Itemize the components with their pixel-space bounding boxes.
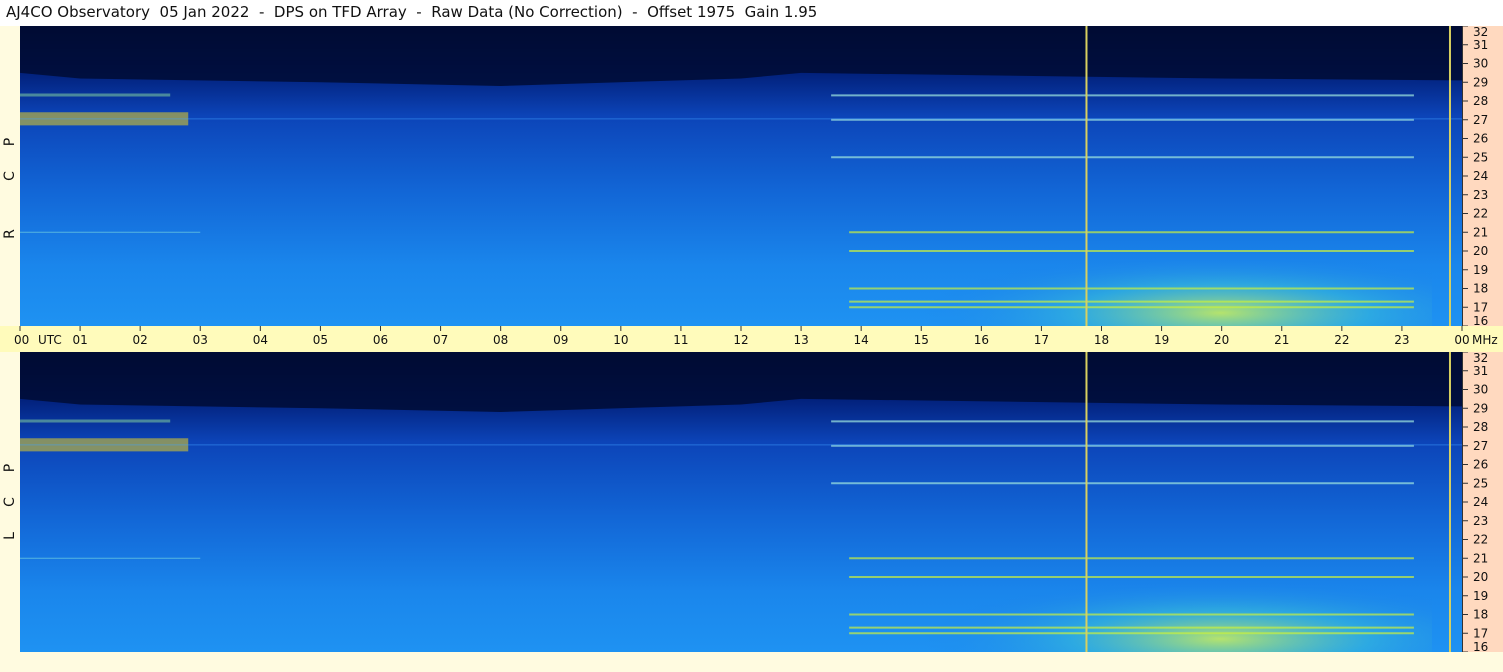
- time-tick-label-23: 23: [1394, 333, 1409, 347]
- rcp-frequency-axis: 16 17 18 19 20 21 22 23 24 25 26 27 28 29 30 31 32: [1462, 26, 1503, 326]
- freq-tick-label-28: 28: [1473, 94, 1488, 108]
- rcp-spectrogram: [20, 26, 1462, 326]
- time-tick-label-15: 15: [914, 333, 929, 347]
- freq-tick-label-23: 23: [1473, 188, 1488, 202]
- rcp-label-p: P: [2, 137, 18, 147]
- time-tick-label-24: 00: [1454, 333, 1469, 347]
- time-tick-label-6: 06: [373, 333, 388, 347]
- time-tick-label-13: 13: [793, 333, 808, 347]
- freq-tick-label-16: 16: [1473, 314, 1488, 326]
- time-tick-label-16: 16: [974, 333, 989, 347]
- time-tick-label-14: 14: [854, 333, 869, 347]
- freq-tick-label-26: 26: [1473, 132, 1488, 146]
- rcp-label-c: C: [2, 171, 18, 181]
- freq-tick-label-19: 19: [1473, 589, 1488, 603]
- freq-tick-label-18: 18: [1473, 282, 1488, 296]
- freq-unit-label: MHz: [1472, 333, 1498, 347]
- lcp-frequency-axis-svg: 1617 18 19 20 21 22 23 24 25 26 27 28 29 30 3132: [1462, 352, 1488, 652]
- freq-tick-label-23: 23: [1473, 514, 1488, 528]
- time-tick-label-21: 21: [1274, 333, 1289, 347]
- time-tick-label-11: 11: [673, 333, 688, 347]
- title-bar: AJ4CO Observatory 05 Jan 2022 - DPS on T…: [0, 0, 1503, 26]
- freq-tick-label-31: 31: [1473, 364, 1488, 378]
- lcp-label-p: P: [2, 463, 18, 473]
- time-tick-label-1: 01: [72, 333, 87, 347]
- freq-tick-label-18: 18: [1473, 608, 1488, 622]
- freq-tick-label-21: 21: [1473, 225, 1488, 239]
- spectrogram-dark-upper: [20, 26, 1462, 86]
- utc-time-axis-svg: 00 01 02 03 04 05 06 07 08 09 10 11 12 13 14 15 16 17 18 19…: [14, 326, 1498, 347]
- spectrogram-dark-upper: [20, 352, 1462, 412]
- lcp-spectrogram: [20, 352, 1462, 652]
- rcp-frequency-axis-svg: 1617 18 19 20 21 22 23 24 25 26 27 28 29 30 3132: [1462, 26, 1488, 326]
- time-unit-label: UTC: [38, 333, 62, 347]
- freq-tick-label-32: 32: [1473, 352, 1488, 365]
- time-tick-label-0: 00: [14, 333, 29, 347]
- freq-tick-label-19: 19: [1473, 263, 1488, 277]
- freq-tick-label-29: 29: [1473, 75, 1488, 89]
- freq-tick-label-21: 21: [1473, 551, 1488, 565]
- lcp-label-strip: L C P: [0, 352, 20, 652]
- freq-tick-label-27: 27: [1473, 439, 1488, 453]
- time-tick-label-5: 05: [313, 333, 328, 347]
- time-tick-label-12: 12: [733, 333, 748, 347]
- time-tick-label-4: 04: [253, 333, 268, 347]
- rcp-label-strip: R C P: [0, 26, 20, 326]
- freq-tick-label-31: 31: [1473, 38, 1488, 52]
- time-tick-label-22: 22: [1334, 333, 1349, 347]
- time-tick-label-10: 10: [613, 333, 628, 347]
- time-tick-label-19: 19: [1154, 333, 1169, 347]
- freq-tick-label-16: 16: [1473, 640, 1488, 652]
- utc-time-axis: 00 01 02 03 04 05 06 07 08 09 10 11 12 13 14 15 16 17 18 19…: [0, 326, 1503, 352]
- rcp-spectrogram-svg: [20, 26, 1462, 326]
- time-tick-label-18: 18: [1094, 333, 1109, 347]
- freq-tick-label-25: 25: [1473, 476, 1488, 490]
- time-tick-label-3: 03: [193, 333, 208, 347]
- time-tick-label-7: 07: [433, 333, 448, 347]
- lcp-spectrogram-svg: [20, 352, 1462, 652]
- time-tick-label-8: 08: [493, 333, 508, 347]
- time-tick-label-20: 20: [1214, 333, 1229, 347]
- time-tick-label-2: 02: [133, 333, 148, 347]
- page-title: AJ4CO Observatory 05 Jan 2022 - DPS on T…: [6, 3, 818, 21]
- freq-tick-label-24: 24: [1473, 495, 1488, 509]
- freq-tick-label-22: 22: [1473, 207, 1488, 221]
- rcp-label-r: R: [2, 229, 18, 239]
- freq-tick-label-26: 26: [1473, 458, 1488, 472]
- freq-tick-label-32: 32: [1473, 26, 1488, 39]
- freq-tick-label-25: 25: [1473, 150, 1488, 164]
- freq-tick-label-24: 24: [1473, 169, 1488, 183]
- freq-tick-label-17: 17: [1473, 626, 1488, 640]
- time-tick-label-17: 17: [1034, 333, 1049, 347]
- freq-tick-label-27: 27: [1473, 113, 1488, 127]
- emission-band-28mhz: [20, 419, 171, 423]
- freq-tick-label-22: 22: [1473, 533, 1488, 547]
- lcp-label-c: C: [2, 497, 18, 507]
- lcp-frequency-axis: 16 17 18 19 20 21 22 23 24 25 26 27 28 29 30 31 32: [1462, 352, 1503, 652]
- freq-tick-label-17: 17: [1473, 300, 1488, 314]
- freq-tick-label-29: 29: [1473, 401, 1488, 415]
- emission-band-28mhz: [20, 93, 171, 97]
- lcp-label-l: L: [2, 532, 18, 540]
- time-tick-label-9: 09: [553, 333, 568, 347]
- freq-tick-label-30: 30: [1473, 383, 1488, 397]
- freq-tick-label-30: 30: [1473, 57, 1488, 71]
- freq-tick-label-20: 20: [1473, 570, 1488, 584]
- freq-tick-label-20: 20: [1473, 244, 1488, 258]
- freq-tick-label-28: 28: [1473, 420, 1488, 434]
